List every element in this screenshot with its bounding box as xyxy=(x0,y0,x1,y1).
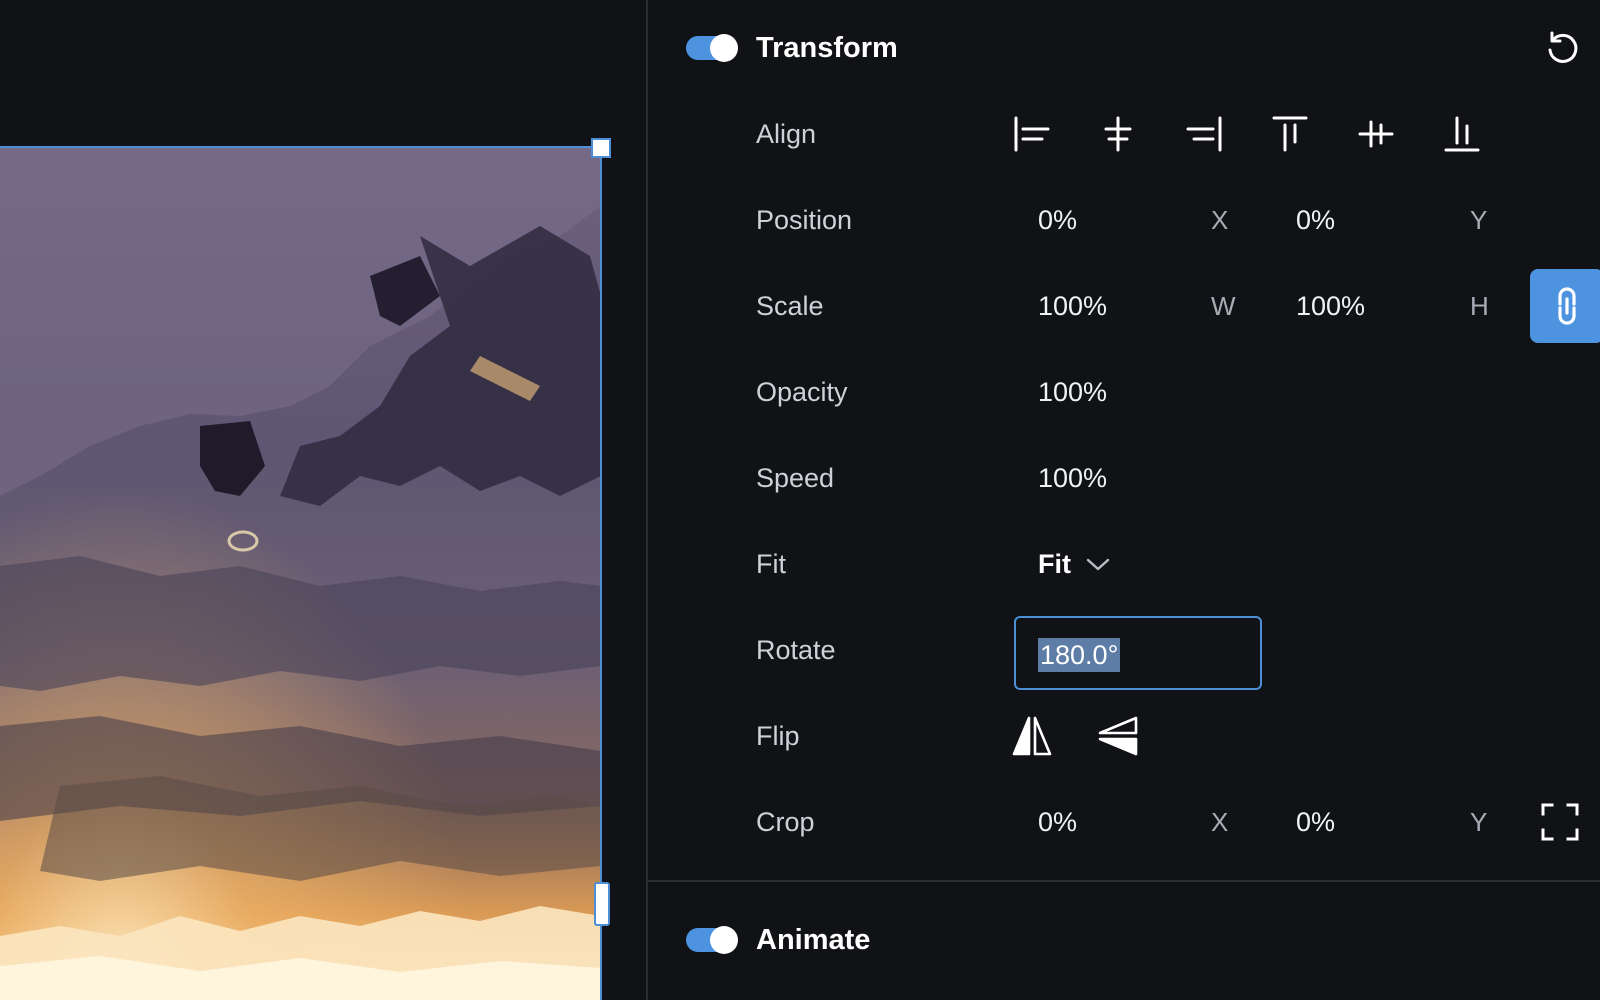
flip-row: Flip xyxy=(648,694,1600,778)
align-center-horizontal-icon xyxy=(1104,116,1132,152)
scale-width-input[interactable]: 100% xyxy=(1038,264,1107,348)
animate-section-header: Animate xyxy=(648,910,1600,970)
section-divider xyxy=(648,880,1600,882)
chevron-down-icon xyxy=(1086,558,1110,571)
align-left-icon xyxy=(1014,116,1050,152)
rotate-row: Rotate 180.0° xyxy=(648,608,1600,692)
position-x-axis-label: X xyxy=(1211,205,1229,235)
align-bottom-icon xyxy=(1444,116,1480,152)
scale-height-axis-label: H xyxy=(1470,291,1489,321)
rotate-label: Rotate xyxy=(756,635,836,665)
video-clip-preview[interactable] xyxy=(0,146,601,1000)
crop-y-input[interactable]: 0% xyxy=(1296,780,1335,864)
opacity-row: Opacity 100% xyxy=(648,350,1600,434)
rotate-input[interactable]: 180.0° xyxy=(1014,616,1262,690)
reset-button[interactable] xyxy=(1538,24,1586,72)
align-bottom-button[interactable] xyxy=(1438,110,1486,158)
scale-width-axis-label: W xyxy=(1211,291,1236,321)
crop-label: Crop xyxy=(756,807,815,837)
transform-title: Transform xyxy=(756,31,898,64)
speed-input[interactable]: 100% xyxy=(1038,436,1107,520)
canvas-area xyxy=(0,0,646,1000)
transform-toggle[interactable] xyxy=(686,34,738,62)
flip-vertical-button[interactable] xyxy=(1094,712,1142,760)
animate-title: Animate xyxy=(756,923,871,956)
scale-row: Scale 100% W 100% H xyxy=(648,264,1600,348)
position-label: Position xyxy=(756,205,853,235)
selection-outline-right xyxy=(600,146,602,1000)
rotate-input-selected-text: 180.0° xyxy=(1038,638,1121,672)
flip-vertical-icon xyxy=(1098,716,1138,756)
flip-horizontal-button[interactable] xyxy=(1008,712,1056,760)
link-icon xyxy=(1558,287,1576,325)
resize-handle-corner[interactable] xyxy=(591,138,611,158)
reset-icon xyxy=(1548,31,1578,63)
opacity-input[interactable]: 100% xyxy=(1038,350,1107,434)
flip-horizontal-icon xyxy=(1012,716,1052,756)
speed-row: Speed 100% xyxy=(648,436,1600,520)
position-row: Position 0% X 0% Y xyxy=(648,178,1600,262)
selection-outline-top xyxy=(0,146,601,148)
align-label: Align xyxy=(756,119,817,149)
position-x-input[interactable]: 0% xyxy=(1038,178,1077,262)
crop-button[interactable] xyxy=(1536,798,1584,846)
speed-label: Speed xyxy=(756,463,835,493)
fit-row: Fit Fit xyxy=(648,522,1600,606)
crop-x-axis-label: X xyxy=(1211,807,1229,837)
crop-icon xyxy=(1541,803,1579,841)
scale-height-input[interactable]: 100% xyxy=(1296,264,1365,348)
align-center-horizontal-button[interactable] xyxy=(1094,110,1142,158)
toggle-knob xyxy=(710,34,738,62)
align-top-button[interactable] xyxy=(1266,110,1314,158)
align-middle-vertical-icon xyxy=(1358,120,1394,148)
transform-section-header: Transform xyxy=(648,18,1600,78)
align-row: Align xyxy=(648,92,1600,176)
resize-handle-right[interactable] xyxy=(594,882,610,926)
opacity-label: Opacity xyxy=(756,377,848,407)
scale-label: Scale xyxy=(756,291,824,321)
align-right-button[interactable] xyxy=(1180,110,1228,158)
align-middle-vertical-button[interactable] xyxy=(1352,110,1400,158)
align-top-icon xyxy=(1272,116,1308,152)
flip-label: Flip xyxy=(756,721,800,751)
animate-toggle[interactable] xyxy=(686,926,738,954)
link-aspect-ratio-button[interactable] xyxy=(1530,269,1600,343)
inspector-panel: Transform Align Position 0% X 0% Y Scale… xyxy=(646,0,1600,1000)
crop-y-axis-label: Y xyxy=(1470,807,1488,837)
fit-dropdown[interactable]: Fit xyxy=(1038,522,1111,606)
position-y-input[interactable]: 0% xyxy=(1296,178,1335,262)
fit-label: Fit xyxy=(756,549,786,579)
crop-x-input[interactable]: 0% xyxy=(1038,780,1077,864)
fit-selected-value: Fit xyxy=(1038,548,1071,579)
crop-row: Crop 0% X 0% Y xyxy=(648,780,1600,864)
toggle-knob xyxy=(710,926,738,954)
clip-frame-image xyxy=(0,146,601,1000)
align-left-button[interactable] xyxy=(1008,110,1056,158)
align-right-icon xyxy=(1186,116,1222,152)
position-y-axis-label: Y xyxy=(1470,205,1488,235)
